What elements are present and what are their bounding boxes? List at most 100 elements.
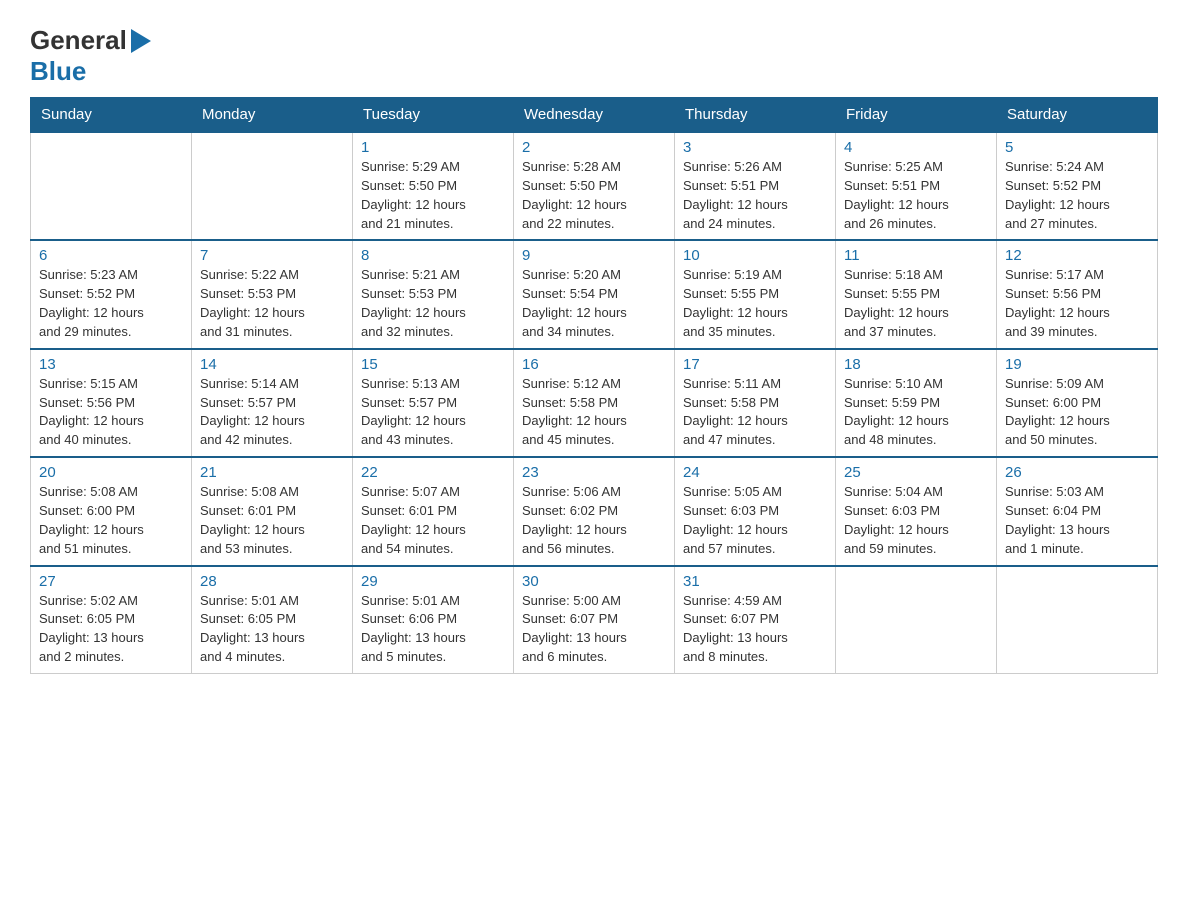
calendar-cell: 11 Sunrise: 5:18 AM Sunset: 5:55 PM Dayli… — [836, 240, 997, 348]
calendar-cell: 1 Sunrise: 5:29 AM Sunset: 5:50 PM Daylig… — [353, 132, 514, 240]
week-row-4: 20Sunrise: 5:08 AM Sunset: 6:00 PM Dayli… — [31, 457, 1158, 565]
weekday-header-thursday: Thursday — [675, 98, 836, 133]
weekday-header-tuesday: Tuesday — [353, 98, 514, 133]
calendar-cell: 10Sunrise: 5:19 AM Sunset: 5:55 PM Dayli… — [675, 240, 836, 348]
day-info: Sunrise: 5:00 AM Sunset: 6:07 PM Dayligh… — [522, 592, 666, 667]
logo-triangle-icon — [131, 29, 151, 53]
day-info: Sunrise: 5:20 AM Sunset: 5:54 PM Dayligh… — [522, 266, 666, 341]
day-number: 9 — [522, 247, 666, 264]
calendar-cell: 8 Sunrise: 5:21 AM Sunset: 5:53 PM Daylig… — [353, 240, 514, 348]
day-number: 6 — [39, 247, 183, 264]
calendar-cell: 29Sunrise: 5:01 AM Sunset: 6:06 PM Dayli… — [353, 566, 514, 674]
day-number: 2 — [522, 139, 666, 156]
day-info: Sunrise: 5:06 AM Sunset: 6:02 PM Dayligh… — [522, 483, 666, 558]
calendar-cell: 14 Sunrise: 5:14 AM Sunset: 5:57 PM Dayli… — [192, 349, 353, 457]
day-number: 7 — [200, 247, 344, 264]
calendar-cell — [836, 566, 997, 674]
day-number: 26 — [1005, 464, 1149, 481]
week-row-2: 6 Sunrise: 5:23 AM Sunset: 5:52 PM Daylig… — [31, 240, 1158, 348]
calendar-cell: 23 Sunrise: 5:06 AM Sunset: 6:02 PM Dayli… — [514, 457, 675, 565]
day-info: Sunrise: 5:26 AM Sunset: 5:51 PM Dayligh… — [683, 158, 827, 233]
day-number: 18 — [844, 356, 988, 373]
week-row-5: 27Sunrise: 5:02 AM Sunset: 6:05 PM Dayli… — [31, 566, 1158, 674]
day-number: 20 — [39, 464, 183, 481]
weekday-header-row: SundayMondayTuesdayWednesdayThursdayFrid… — [31, 98, 1158, 133]
calendar-cell — [997, 566, 1158, 674]
calendar-cell: 12 Sunrise: 5:17 AM Sunset: 5:56 PM Dayli… — [997, 240, 1158, 348]
calendar-cell: 17Sunrise: 5:11 AM Sunset: 5:58 PM Dayli… — [675, 349, 836, 457]
weekday-header-friday: Friday — [836, 98, 997, 133]
logo-blue-text: Blue — [30, 56, 86, 87]
weekday-header-monday: Monday — [192, 98, 353, 133]
day-number: 8 — [361, 247, 505, 264]
weekday-header-saturday: Saturday — [997, 98, 1158, 133]
day-info: Sunrise: 5:01 AM Sunset: 6:05 PM Dayligh… — [200, 592, 344, 667]
day-info: Sunrise: 5:04 AM Sunset: 6:03 PM Dayligh… — [844, 483, 988, 558]
calendar-cell: 26 Sunrise: 5:03 AM Sunset: 6:04 PM Dayli… — [997, 457, 1158, 565]
calendar-cell: 5 Sunrise: 5:24 AM Sunset: 5:52 PM Daylig… — [997, 132, 1158, 240]
day-number: 5 — [1005, 139, 1149, 156]
calendar-cell: 31 Sunrise: 4:59 AM Sunset: 6:07 PM Dayli… — [675, 566, 836, 674]
day-info: Sunrise: 4:59 AM Sunset: 6:07 PM Dayligh… — [683, 592, 827, 667]
calendar-cell: 21 Sunrise: 5:08 AM Sunset: 6:01 PM Dayli… — [192, 457, 353, 565]
day-info: Sunrise: 5:03 AM Sunset: 6:04 PM Dayligh… — [1005, 483, 1149, 558]
day-number: 31 — [683, 573, 827, 590]
day-number: 11 — [844, 247, 988, 264]
day-number: 12 — [1005, 247, 1149, 264]
logo: General Blue — [30, 25, 155, 87]
day-info: Sunrise: 5:05 AM Sunset: 6:03 PM Dayligh… — [683, 483, 827, 558]
weekday-header-sunday: Sunday — [31, 98, 192, 133]
day-number: 4 — [844, 139, 988, 156]
day-info: Sunrise: 5:23 AM Sunset: 5:52 PM Dayligh… — [39, 266, 183, 341]
calendar-cell — [192, 132, 353, 240]
logo-general-text: General — [30, 25, 127, 56]
day-info: Sunrise: 5:21 AM Sunset: 5:53 PM Dayligh… — [361, 266, 505, 341]
day-info: Sunrise: 5:01 AM Sunset: 6:06 PM Dayligh… — [361, 592, 505, 667]
calendar-cell: 3 Sunrise: 5:26 AM Sunset: 5:51 PM Daylig… — [675, 132, 836, 240]
day-info: Sunrise: 5:29 AM Sunset: 5:50 PM Dayligh… — [361, 158, 505, 233]
day-number: 13 — [39, 356, 183, 373]
calendar-cell: 19Sunrise: 5:09 AM Sunset: 6:00 PM Dayli… — [997, 349, 1158, 457]
day-info: Sunrise: 5:28 AM Sunset: 5:50 PM Dayligh… — [522, 158, 666, 233]
day-number: 22 — [361, 464, 505, 481]
day-number: 28 — [200, 573, 344, 590]
calendar-cell: 20Sunrise: 5:08 AM Sunset: 6:00 PM Dayli… — [31, 457, 192, 565]
calendar-cell: 16 Sunrise: 5:12 AM Sunset: 5:58 PM Dayli… — [514, 349, 675, 457]
day-number: 1 — [361, 139, 505, 156]
day-info: Sunrise: 5:13 AM Sunset: 5:57 PM Dayligh… — [361, 375, 505, 450]
day-number: 19 — [1005, 356, 1149, 373]
day-number: 17 — [683, 356, 827, 373]
day-info: Sunrise: 5:08 AM Sunset: 6:01 PM Dayligh… — [200, 483, 344, 558]
day-number: 27 — [39, 573, 183, 590]
calendar-cell: 28 Sunrise: 5:01 AM Sunset: 6:05 PM Dayli… — [192, 566, 353, 674]
day-info: Sunrise: 5:14 AM Sunset: 5:57 PM Dayligh… — [200, 375, 344, 450]
calendar-cell: 27Sunrise: 5:02 AM Sunset: 6:05 PM Dayli… — [31, 566, 192, 674]
calendar-cell: 9 Sunrise: 5:20 AM Sunset: 5:54 PM Daylig… — [514, 240, 675, 348]
day-info: Sunrise: 5:15 AM Sunset: 5:56 PM Dayligh… — [39, 375, 183, 450]
day-info: Sunrise: 5:10 AM Sunset: 5:59 PM Dayligh… — [844, 375, 988, 450]
calendar-table: SundayMondayTuesdayWednesdayThursdayFrid… — [30, 97, 1158, 674]
day-info: Sunrise: 5:07 AM Sunset: 6:01 PM Dayligh… — [361, 483, 505, 558]
day-number: 3 — [683, 139, 827, 156]
day-number: 16 — [522, 356, 666, 373]
day-number: 14 — [200, 356, 344, 373]
day-number: 23 — [522, 464, 666, 481]
day-info: Sunrise: 5:12 AM Sunset: 5:58 PM Dayligh… — [522, 375, 666, 450]
day-number: 21 — [200, 464, 344, 481]
calendar-cell: 22 Sunrise: 5:07 AM Sunset: 6:01 PM Dayli… — [353, 457, 514, 565]
day-info: Sunrise: 5:17 AM Sunset: 5:56 PM Dayligh… — [1005, 266, 1149, 341]
day-number: 15 — [361, 356, 505, 373]
day-number: 25 — [844, 464, 988, 481]
week-row-1: 1 Sunrise: 5:29 AM Sunset: 5:50 PM Daylig… — [31, 132, 1158, 240]
week-row-3: 13 Sunrise: 5:15 AM Sunset: 5:56 PM Dayli… — [31, 349, 1158, 457]
day-info: Sunrise: 5:18 AM Sunset: 5:55 PM Dayligh… — [844, 266, 988, 341]
calendar-cell: 30 Sunrise: 5:00 AM Sunset: 6:07 PM Dayli… — [514, 566, 675, 674]
day-info: Sunrise: 5:24 AM Sunset: 5:52 PM Dayligh… — [1005, 158, 1149, 233]
calendar-cell: 2 Sunrise: 5:28 AM Sunset: 5:50 PM Daylig… — [514, 132, 675, 240]
calendar-cell — [31, 132, 192, 240]
calendar-cell: 15 Sunrise: 5:13 AM Sunset: 5:57 PM Dayli… — [353, 349, 514, 457]
page-header: General Blue — [30, 20, 1158, 87]
day-number: 30 — [522, 573, 666, 590]
day-number: 24 — [683, 464, 827, 481]
calendar-cell: 7Sunrise: 5:22 AM Sunset: 5:53 PM Daylig… — [192, 240, 353, 348]
